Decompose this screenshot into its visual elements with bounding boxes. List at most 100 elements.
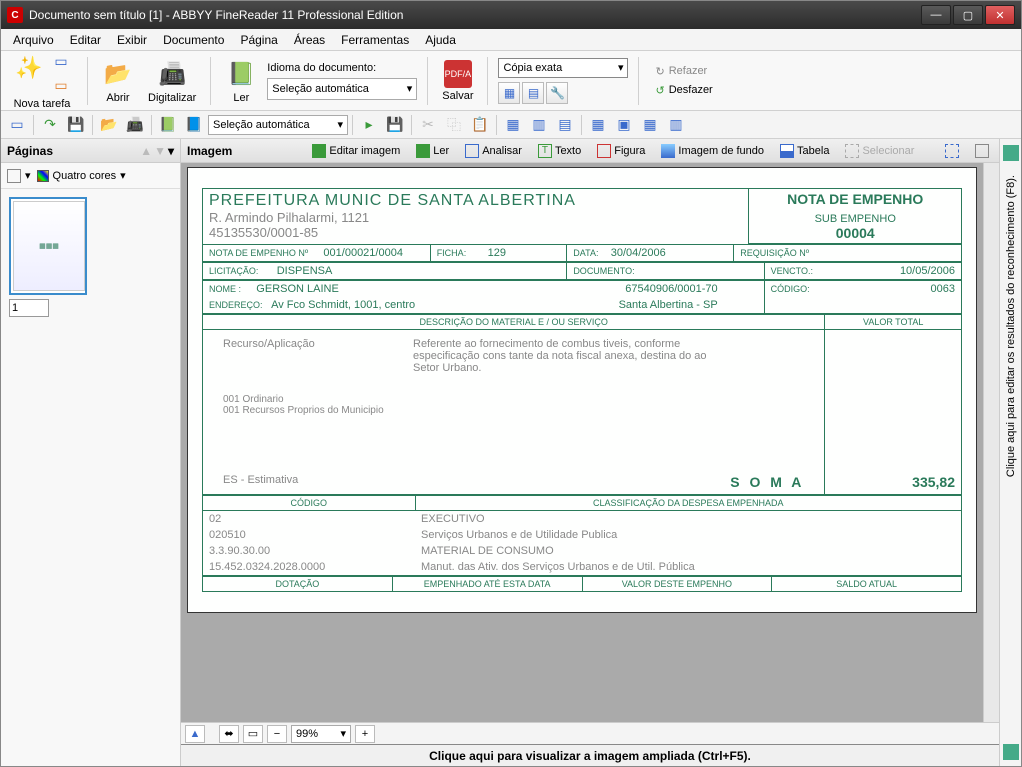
right-pane-hint: Clique aqui para editar os resultados do… [1005,175,1017,477]
wand-icon: ✨ [13,52,45,84]
menu-pagina[interactable]: Página [232,31,285,49]
desfazer-button[interactable]: ↺Desfazer [649,82,718,99]
zoom-bar: ▲ ⬌ ▭ − 99%▾ + [181,722,999,744]
app-window: C Documento sem título [1] - ABBYY FineR… [0,0,1022,767]
tb-paste-icon[interactable]: 📋 [468,114,492,136]
tb-open-icon[interactable]: ↷ [38,114,62,136]
tb-read-icon[interactable]: 📗 [156,114,180,136]
app-icon: C [7,7,23,23]
doc-nota-hdr: NOTA DE EMPENHO [755,191,955,207]
tb-savepg-icon[interactable]: 💾 [383,114,407,136]
collapse-button[interactable]: ▲ [185,725,205,743]
layout-btn-3[interactable]: 🔧 [546,82,568,104]
abrir-button[interactable]: 📂 Abrir [98,58,138,104]
text-pane-icon [1003,145,1019,161]
menu-editar[interactable]: Editar [62,31,109,49]
image-scroll[interactable]: PREFEITURA MUNIC DE SANTA ALBERTINA R. A… [181,163,983,722]
doc-cnpj: 45135530/0001-85 [209,225,742,240]
minimize-button[interactable]: — [921,5,951,25]
fundo-button[interactable]: Imagem de fundo [657,142,768,160]
move-up-icon[interactable]: ▲ [140,144,152,158]
tb-lang-select[interactable]: Seleção automática▾ [208,115,348,135]
secondary-toolbar: ▭ ↷ 💾 📂 📠 📗 📘 Seleção automática▾ ▸ 💾 ✂ … [1,111,1021,139]
fit-width-button[interactable]: ⬌ [219,725,239,743]
color-mode-button[interactable]: Quatro cores▾ [37,169,126,182]
tb-export-icon[interactable]: ▸ [357,114,381,136]
zoom-select[interactable]: 99%▾ [291,725,351,743]
folder-open-icon: 📂 [102,58,134,90]
doc-sub-num: 00004 [755,225,955,241]
tabela-button[interactable]: Tabela [776,142,833,160]
tb-folder-icon[interactable]: 📂 [97,114,121,136]
fit-page-button[interactable]: ▭ [243,725,263,743]
nova-tarefa-button[interactable]: ✨ ▭ ▭ Nova tarefa [7,52,77,110]
tb-readpg-icon[interactable]: 📘 [182,114,206,136]
ler-label: Ler [233,92,249,104]
refazer-button[interactable]: ↻Refazer [649,63,718,80]
vertical-scrollbar[interactable] [983,163,999,722]
tb-cut-icon[interactable]: ✂ [416,114,440,136]
body-row: Páginas ▲ ▼ ▾ ▾ Quatro cores▾ ▦▦▦ [1,139,1021,766]
close-button[interactable]: ✕ [985,5,1015,25]
language-select[interactable]: Seleção automática ▾ [267,78,417,100]
ler-button[interactable]: Ler [412,142,453,160]
footer-hint[interactable]: Clique aqui para visualizar a imagem amp… [181,744,999,766]
layout-btn-2[interactable]: ▤ [522,82,544,104]
tb-view1-icon[interactable]: ▦ [501,114,525,136]
undo-icon: ↺ [655,84,664,97]
tb-view3-icon[interactable]: ▤ [553,114,577,136]
expand-button[interactable] [971,142,993,160]
salvar-button[interactable]: PDF/A Salvar [438,60,477,102]
zoom-in-button[interactable]: + [355,725,375,743]
background-icon [661,144,675,158]
language-box: Idioma do documento: Seleção automática … [267,62,417,100]
menu-exibir[interactable]: Exibir [109,31,155,49]
viewmode-row: ▾ Quatro cores▾ [1,163,180,189]
menu-documento[interactable]: Documento [155,31,232,49]
window-title: Documento sem título [1] - ABBYY FineRea… [29,8,919,22]
selecionar-button[interactable]: Selecionar [841,142,918,160]
page-thumbnail[interactable]: ▦▦▦ [9,197,87,295]
menu-areas[interactable]: Áreas [286,31,333,49]
right-collapsed-pane[interactable]: Clique aqui para editar os resultados do… [999,139,1021,766]
tb-scan-icon[interactable]: 📠 [123,114,147,136]
menu-ferramentas[interactable]: Ferramentas [333,31,417,49]
tb-view6-icon[interactable]: ▦ [638,114,662,136]
move-down-icon[interactable]: ▼ [154,144,166,158]
figura-button[interactable]: Figura [593,142,649,160]
thumb-view-button[interactable]: ▾ [7,169,31,183]
zoom-pane-icon [1003,744,1019,760]
chevron-down-icon: ▾ [120,169,126,182]
menu-arquivo[interactable]: Arquivo [5,31,62,49]
page-plus-icon: ▭ [51,76,71,96]
texto-button[interactable]: TTexto [534,142,585,160]
analisar-button[interactable]: Analisar [461,142,526,160]
menu-ajuda[interactable]: Ajuda [417,31,464,49]
separator [638,57,639,105]
tb-save-icon[interactable]: 💾 [64,114,88,136]
doc-prefeitura: PREFEITURA MUNIC DE SANTA ALBERTINA [209,192,742,210]
editar-imagem-button[interactable]: Editar imagem [308,142,404,160]
tb-view2-icon[interactable]: ▥ [527,114,551,136]
zoom-out-button[interactable]: − [267,725,287,743]
read-icon [416,144,430,158]
copy-box: Cópia exata ▾ ▦ ▤ 🔧 [498,58,628,104]
tb-view7-icon[interactable]: ▥ [664,114,688,136]
digitalizar-button[interactable]: 📠 Digitalizar [144,58,200,104]
ler-button[interactable]: 📗 Ler [221,58,261,104]
table-icon [780,144,794,158]
crop-button[interactable] [941,142,963,160]
copy-mode-select[interactable]: Cópia exata ▾ [498,58,628,78]
tb-copy-icon[interactable]: ⿻ [442,114,466,136]
maximize-button[interactable]: ▢ [953,5,983,25]
page-number-input[interactable] [9,299,49,317]
abrir-label: Abrir [106,92,129,104]
chevron-down-icon: ▾ [407,82,413,95]
tb-new-icon[interactable]: ▭ [5,114,29,136]
tb-view5-icon[interactable]: ▣ [612,114,636,136]
menubar: Arquivo Editar Exibir Documento Página Á… [1,29,1021,51]
chevron-down-icon: ▾ [618,61,624,74]
menu-icon[interactable]: ▾ [168,144,174,158]
layout-btn-1[interactable]: ▦ [498,82,520,104]
tb-view4-icon[interactable]: ▦ [586,114,610,136]
